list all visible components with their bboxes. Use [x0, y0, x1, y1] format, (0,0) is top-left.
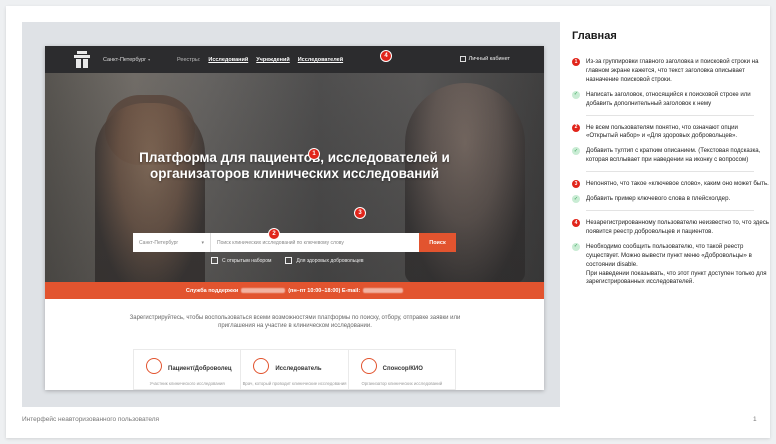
problem-badge: 4 [572, 218, 580, 227]
fix-note-1: ✓ Написать заголовок, относящийся к поис… [572, 90, 770, 109]
issue-marker-2: 2 [269, 229, 279, 239]
divider [586, 171, 754, 173]
checkbox-volunteers-label: Для здоровых добровольцев [296, 257, 364, 264]
city-label: Санкт-Петербург [103, 57, 147, 63]
nav-institutions[interactable]: Учреждений [256, 57, 290, 63]
issue-marker-3: 3 [355, 208, 365, 218]
check-icon: ✓ [572, 195, 580, 204]
problem-badge: 1 [572, 58, 580, 66]
search-button[interactable]: Поиск [419, 233, 456, 252]
page-caption: Интерфейс неавторизованного пользователя [22, 416, 160, 423]
fix-note-2: ✓ Добавить тултип с кратким описанием. (… [572, 147, 770, 165]
problem-text: Из-за группировки главного заголовка и п… [586, 58, 759, 83]
card-title: Исследователь [275, 366, 322, 372]
problem-badge: 3 [572, 180, 580, 189]
login-icon [459, 56, 466, 62]
card-sponsor[interactable]: Спонсор/КИО Организатор клинических иссл… [349, 350, 455, 389]
card-subtitle: Организатор клинических исследований [361, 381, 443, 386]
cabinet-label: Личный кабинет [468, 56, 510, 62]
problem-note-3: 3 Непонятно, что такое «ключевое слово»,… [572, 180, 770, 189]
sponsor-icon [360, 358, 377, 374]
fix-note-4: ✓ Необходимо сообщить пользователю, что … [572, 242, 770, 288]
registries-label: Реестры: [177, 57, 201, 63]
problem-note-4: 4 Незарегистрированному пользователю неи… [572, 218, 770, 237]
card-researcher[interactable]: Исследователь Врач, который проводит кли… [241, 350, 349, 389]
city-selector[interactable]: Санкт-Петербург ▾ [103, 57, 150, 63]
checkbox-box [211, 257, 218, 264]
checkbox-open-recruitment[interactable]: С открытым набором [211, 257, 271, 264]
problem-text: Непонятно, что такое «ключевое слово», к… [586, 180, 769, 188]
problem-badge: 2 [572, 123, 580, 132]
search-filters: С открытым набором Для здоровых добровол… [211, 257, 364, 264]
support-bar: Служба поддержки (пн–пт 10:00–18:00) E-m… [45, 282, 544, 299]
checkbox-healthy-volunteers[interactable]: Для здоровых добровольцев [285, 257, 364, 264]
issue-marker-4: 4 [381, 51, 391, 61]
notes-panel: Главная 1 Из-за группировки главного заг… [572, 30, 770, 293]
fix-text: Написать заголовок, относящийся к поиско… [586, 90, 751, 107]
role-cards: Пациент/Доброволец Участник клинического… [133, 349, 456, 390]
problem-note-1: 1 Из-за группировки главного заголовка и… [572, 58, 770, 85]
checkbox-box [285, 257, 293, 264]
patient-icon [146, 358, 162, 374]
hero: Платформа для пациентов, исследователей … [45, 73, 544, 282]
card-title: Спонсор/КИО [382, 366, 423, 372]
support-email-redacted [363, 288, 404, 293]
check-icon: ✓ [572, 90, 580, 99]
hero-title-line1: Платформа для пациентов, исследователей … [139, 150, 450, 165]
support-label: Служба поддержки [185, 287, 239, 294]
register-text: Зарегистрируйтесь, чтобы воспользоваться… [129, 315, 461, 329]
search-city-select[interactable]: Санкт-Петербург ▾ [133, 233, 211, 252]
problem-note-2: 2 Не всем пользователям понятно, что озн… [572, 123, 770, 142]
nav-researchers[interactable]: Исследователей [298, 57, 343, 63]
issue-marker-1: 1 [309, 149, 319, 159]
panel-title: Главная [572, 30, 617, 42]
logo-icon[interactable] [73, 50, 91, 69]
card-patient[interactable]: Пациент/Доброволец Участник клинического… [134, 350, 242, 389]
chevron-down-icon: ▾ [201, 239, 204, 246]
card-subtitle: Врач, который проводит клинические иссле… [242, 381, 347, 386]
problem-text: Не всем пользователям понятно, что означ… [586, 123, 738, 140]
divider [586, 114, 754, 116]
check-icon: ✓ [572, 147, 580, 156]
checkbox-open-label: С открытым набором [222, 257, 272, 264]
search-city-label: Санкт-Петербург [139, 239, 179, 246]
card-subtitle: Участник клинического исследования [149, 381, 225, 386]
page-number: 1 [753, 416, 757, 423]
divider [586, 209, 754, 211]
search-bar: Санкт-Петербург ▾ Поиск клинических иссл… [133, 233, 456, 252]
cabinet-link[interactable]: Личный кабинет [459, 56, 510, 62]
check-icon: ✓ [572, 242, 580, 251]
fix-text: Добавить тултип с кратким описанием. (Те… [586, 147, 761, 164]
support-hours: (пн–пт 10:00–18:00) E-mail: [288, 287, 361, 294]
support-phone-redacted [241, 288, 286, 293]
site-screenshot: Санкт-Петербург ▾ Реестры: Исследований У… [45, 46, 544, 390]
site-header: Санкт-Петербург ▾ Реестры: Исследований У… [45, 46, 544, 73]
hero-title-line2: организаторов клинических исследований [150, 166, 439, 181]
fix-text: Добавить пример ключевого слова в плейсх… [586, 195, 731, 203]
chevron-down-icon: ▾ [148, 57, 151, 62]
nav-studies[interactable]: Исследований [208, 57, 248, 63]
fix-text: Необходимо сообщить пользователю, что та… [586, 242, 767, 286]
problem-text: Незарегистрированному пользователю неизв… [586, 218, 769, 235]
slide: Санкт-Петербург ▾ Реестры: Исследований У… [6, 6, 770, 438]
hero-title: Платформа для пациентов, исследователей … [45, 150, 544, 182]
search-input[interactable]: Поиск клинических исследований по ключев… [211, 233, 419, 252]
fix-note-3: ✓ Добавить пример ключевого слова в плей… [572, 195, 770, 204]
card-title: Пациент/Доброволец [168, 366, 232, 372]
doctor-icon [253, 358, 270, 374]
registries-nav: Реестры: Исследований Учреждений Исследо… [177, 57, 343, 63]
